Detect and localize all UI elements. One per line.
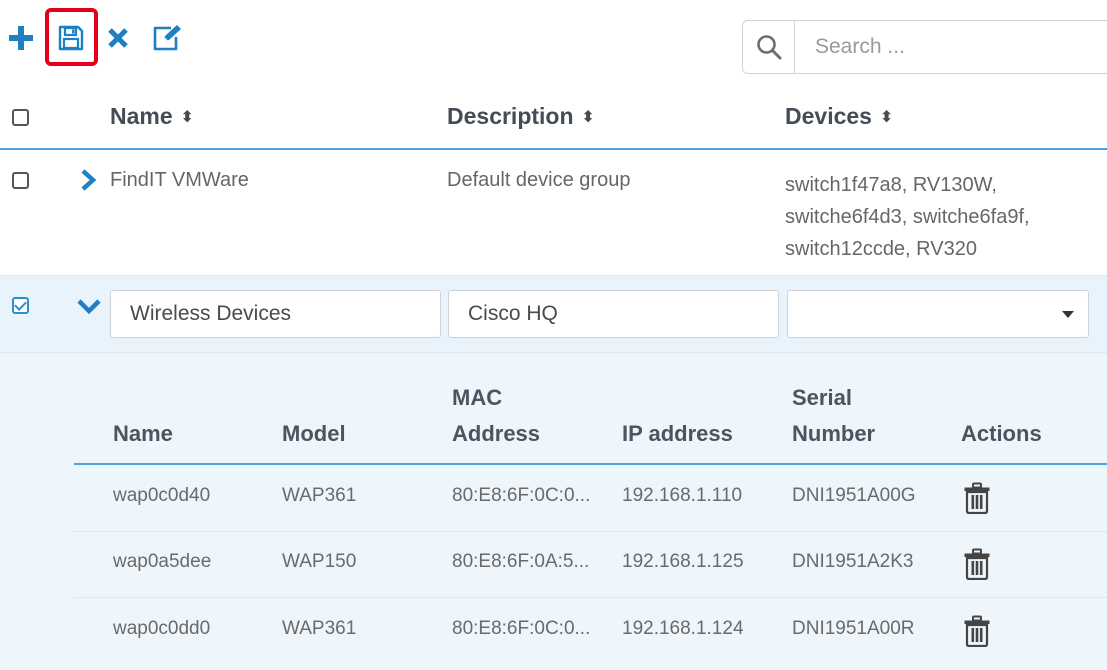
- row-divider: [74, 531, 1107, 532]
- subtable-header-model: Model: [282, 421, 346, 446]
- row-checkbox[interactable]: [12, 172, 29, 189]
- device-name: wap0a5dee: [113, 551, 212, 572]
- device-model: WAP361: [282, 618, 357, 639]
- group-name: FindIT VMWare: [110, 169, 249, 191]
- column-header-name[interactable]: Name ⬍: [110, 103, 194, 130]
- column-header-name-label: Name: [110, 103, 173, 129]
- device-mac: 80:E8:6F:0A:5...: [452, 551, 590, 572]
- row-checkbox-checked[interactable]: [12, 297, 29, 314]
- collapse-row-button[interactable]: [76, 298, 102, 316]
- edit-icon: [153, 25, 181, 51]
- trash-icon: [964, 615, 990, 648]
- add-button[interactable]: [4, 20, 38, 56]
- column-header-devices[interactable]: Devices ⬍: [785, 103, 893, 130]
- group-devices-line: switch1f47a8, RV130W,: [785, 174, 997, 196]
- column-header-description-label: Description: [447, 103, 574, 129]
- row-divider: [0, 352, 1107, 353]
- save-button[interactable]: [54, 20, 88, 56]
- subtable-header-mac-line: Address: [452, 421, 541, 446]
- delete-device-button[interactable]: [963, 482, 991, 515]
- group-description-input[interactable]: Cisco HQ: [448, 290, 779, 338]
- sort-icon: ⬍: [879, 108, 894, 126]
- search-icon: [756, 35, 781, 60]
- device-ip: 192.168.1.110: [622, 485, 743, 506]
- device-serial: DNI1951A00G: [792, 485, 916, 506]
- device-ip: 192.168.1.124: [622, 618, 744, 639]
- search-button[interactable]: [743, 21, 795, 73]
- device-mac: 80:E8:6F:0C:0...: [452, 485, 591, 506]
- sort-icon: ⬍: [180, 108, 195, 126]
- edit-button[interactable]: [150, 20, 184, 56]
- device-name: wap0c0dd0: [113, 618, 211, 639]
- header-divider: [0, 148, 1107, 150]
- group-devices-line: switche6f4d3, switche6fa9f,: [785, 206, 1030, 228]
- sort-icon: ⬍: [581, 108, 595, 126]
- save-icon: [58, 25, 84, 51]
- delete-device-button[interactable]: [963, 548, 991, 581]
- search-box: [742, 20, 1107, 74]
- trash-icon: [964, 482, 990, 515]
- subtable-header-serial-line: Number: [792, 421, 876, 446]
- subtable-header-mac-line: MAC: [452, 385, 503, 410]
- group-devices: switch1f47a8, RV130W, switche6f4d3, swit…: [785, 169, 1030, 265]
- device-model: WAP361: [282, 485, 357, 506]
- chevron-right-icon: [81, 169, 97, 191]
- subtable-header-ip: IP address: [622, 421, 733, 446]
- subtable-header-divider: [74, 463, 1107, 465]
- select-all-checkbox[interactable]: [12, 109, 29, 126]
- close-icon: [108, 28, 128, 48]
- delete-device-button[interactable]: [963, 615, 991, 648]
- devices-select[interactable]: [787, 290, 1089, 338]
- device-model: WAP150: [282, 551, 357, 572]
- group-devices-line: switch12ccde, RV320: [785, 238, 977, 260]
- delete-button[interactable]: [101, 20, 135, 56]
- subtable-header-mac: MAC Address: [452, 380, 540, 452]
- search-input[interactable]: [796, 21, 1107, 73]
- group-description: Default device group: [447, 169, 631, 191]
- subtable-header-serial: Serial Number: [792, 380, 875, 452]
- column-header-description[interactable]: Description ⬍: [447, 103, 595, 130]
- subtable-header-name: Name: [113, 421, 173, 446]
- trash-icon: [964, 548, 990, 581]
- caret-down-icon: [1062, 311, 1074, 318]
- subtable-header-actions: Actions: [961, 421, 1042, 446]
- plus-icon: [9, 26, 33, 50]
- row-divider: [74, 597, 1107, 598]
- device-serial: DNI1951A2K3: [792, 551, 914, 572]
- subtable-header-serial-line: Serial: [792, 385, 852, 410]
- device-name: wap0c0d40: [113, 485, 211, 506]
- column-header-devices-label: Devices: [785, 103, 872, 129]
- device-mac: 80:E8:6F:0C:0...: [452, 618, 591, 639]
- device-serial: DNI1951A00R: [792, 618, 915, 639]
- device-ip: 192.168.1.125: [622, 551, 744, 572]
- chevron-down-icon: [77, 299, 101, 315]
- expand-row-button[interactable]: [80, 168, 100, 192]
- group-name-input[interactable]: Wireless Devices: [110, 290, 441, 338]
